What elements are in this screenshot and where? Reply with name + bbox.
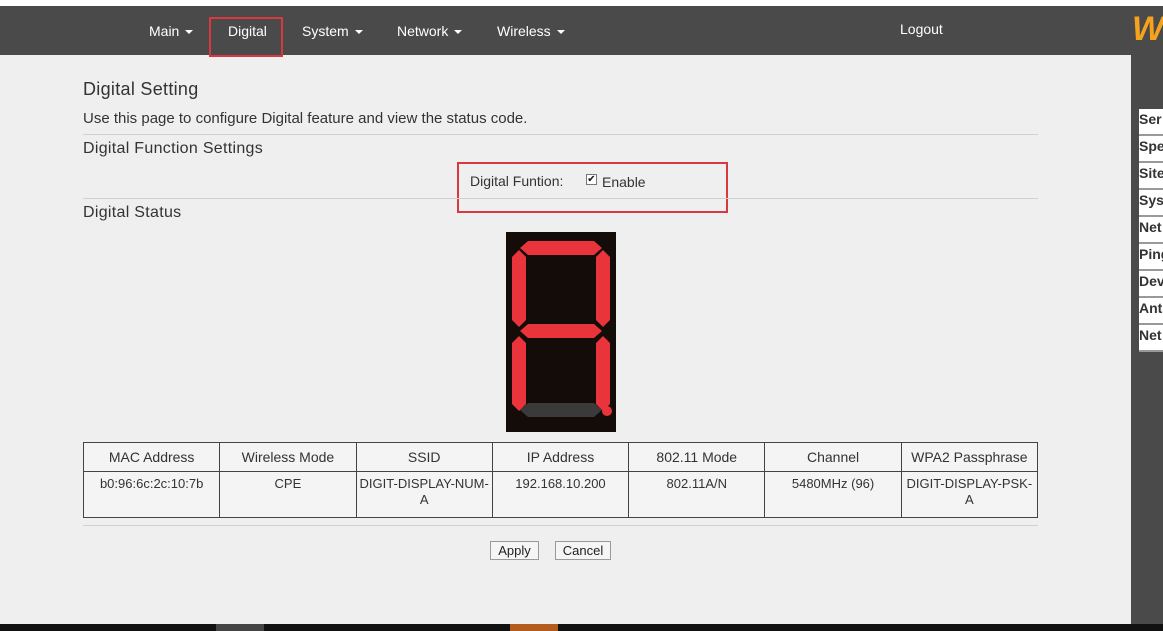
table-header-row: MAC Address Wireless Mode SSID IP Addres… [82, 442, 1039, 472]
wpa2-passphrase-cell: DIGIT-DISPLAY-PSK-A [900, 471, 1039, 518]
nav-main-label: Main [149, 23, 180, 39]
column-header: WPA2 Passphrase [900, 442, 1039, 472]
segment-e [512, 336, 526, 411]
column-header: Wireless Mode [219, 442, 357, 472]
mac-address-cell: b0:96:6c:2c:10:7b [82, 471, 221, 518]
side-menu-item[interactable]: Site [1139, 163, 1163, 190]
apply-button[interactable]: Apply [490, 541, 539, 560]
divider [83, 198, 1038, 199]
column-header: IP Address [491, 442, 630, 472]
status-title: Digital Status [83, 204, 182, 221]
enable-checkbox[interactable]: ✔ [586, 174, 597, 185]
table-row: b0:96:6c:2c:10:7b CPE DIGIT-DISPLAY-NUM-… [82, 471, 1039, 518]
side-menu-item[interactable]: Ping [1139, 244, 1163, 271]
digital-function-label: Digital Funtion: [470, 173, 564, 189]
nav-system-label: System [302, 23, 349, 39]
segment-b [596, 250, 610, 327]
function-settings-title: Digital Function Settings [83, 140, 264, 157]
nav-system[interactable]: System [302, 6, 363, 55]
segment-d [520, 403, 602, 417]
side-menu-item[interactable]: Sys [1139, 190, 1163, 217]
top-navbar: Main Digital System Network Wireless Log… [0, 6, 1131, 55]
side-menu-item[interactable]: Dev [1139, 271, 1163, 298]
nav-network-label: Network [397, 23, 449, 39]
taskbar-segment [216, 624, 264, 631]
side-menu-item[interactable]: Net [1139, 217, 1163, 244]
chevron-down-icon [185, 30, 194, 35]
brand-logo: W [1132, 10, 1163, 48]
side-menu-item[interactable]: Spe [1139, 136, 1163, 163]
page-title: Digital Setting [83, 79, 199, 99]
divider [83, 525, 1038, 526]
chevron-down-icon [354, 30, 363, 35]
seven-segment-svg [512, 241, 612, 417]
segment-a [520, 241, 602, 255]
segment-g [520, 324, 602, 338]
channel-cell: 5480MHz (96) [764, 471, 902, 518]
nav-digital[interactable]: Digital [228, 6, 267, 55]
nav-digital-label: Digital [228, 23, 267, 39]
nav-wireless[interactable]: Wireless [497, 6, 565, 55]
ssid-cell: DIGIT-DISPLAY-NUM-A [355, 471, 493, 518]
segment-f [512, 250, 526, 327]
divider [83, 134, 1038, 135]
enable-label[interactable]: Enable [602, 174, 646, 190]
checkmark-icon: ✔ [587, 174, 596, 185]
chevron-down-icon [454, 30, 463, 35]
cancel-button[interactable]: Cancel [555, 541, 611, 560]
mode-80211-cell: 802.11A/N [628, 471, 766, 518]
nav-network[interactable]: Network [397, 6, 463, 55]
column-header: MAC Address [82, 442, 221, 472]
side-menu-item[interactable]: Ant [1139, 298, 1163, 325]
segment-c [596, 336, 610, 411]
nav-wireless-label: Wireless [497, 23, 551, 39]
seven-segment-display [506, 232, 616, 432]
segment-dp [602, 406, 612, 416]
nav-main[interactable]: Main [149, 6, 194, 55]
column-header: Channel [764, 442, 902, 472]
column-header: SSID [355, 442, 493, 472]
logout-label: Logout [900, 21, 943, 37]
page-description: Use this page to configure Digital featu… [83, 110, 528, 127]
side-menu-item[interactable]: Net [1139, 325, 1163, 352]
wireless-mode-cell: CPE [219, 471, 357, 518]
ip-address-cell: 192.168.10.200 [491, 471, 630, 518]
side-menu: SerSpeSiteSysNetPingDevAntNet [1139, 109, 1163, 352]
column-header: 802.11 Mode [628, 442, 766, 472]
taskbar-segment [510, 624, 558, 631]
side-menu-item[interactable]: Ser [1139, 109, 1163, 136]
status-table: MAC Address Wireless Mode SSID IP Addres… [82, 442, 1039, 518]
chevron-down-icon [556, 30, 565, 35]
bottom-taskbar [0, 624, 1163, 631]
logout-link[interactable]: Logout [900, 4, 943, 53]
